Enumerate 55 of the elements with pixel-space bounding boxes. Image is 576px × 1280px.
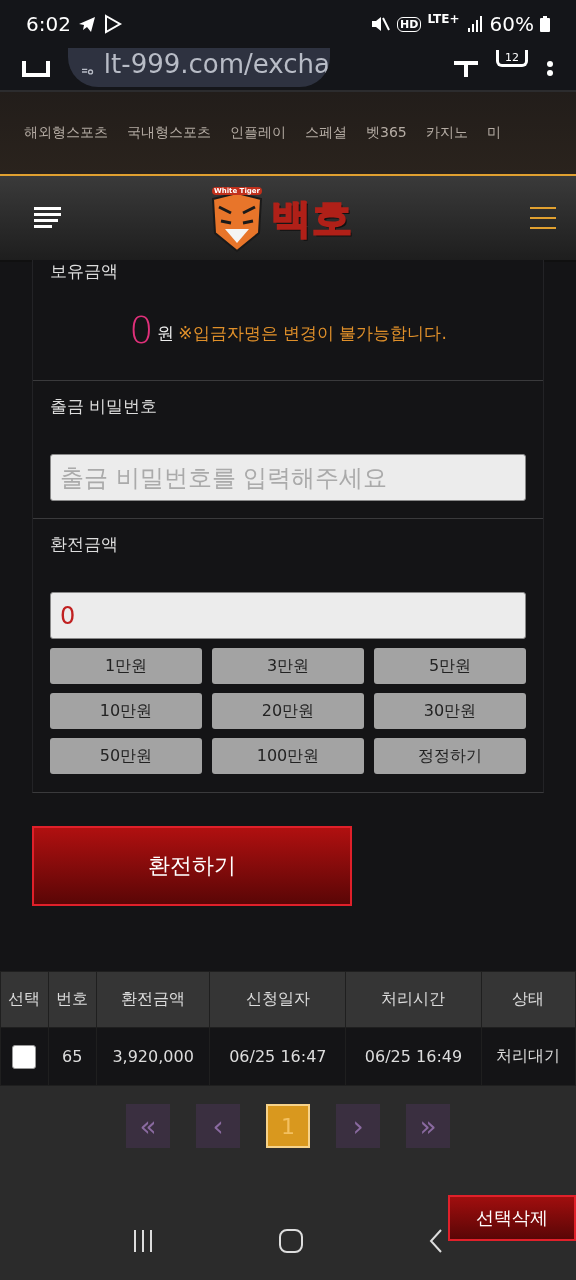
play-icon (102, 14, 123, 34)
url-text: lt-999.com/excha (103, 51, 330, 77)
mute-icon (369, 14, 392, 34)
column-header: 신청일자 (209, 971, 346, 1028)
column-header: 상태 (481, 971, 576, 1028)
amount-button[interactable]: 100만원 (212, 738, 364, 774)
battery-percent: 60% (489, 12, 534, 36)
signal-icon (465, 14, 484, 34)
column-header: 선택 (0, 971, 48, 1028)
nav-link[interactable]: 카지노 (425, 124, 468, 142)
battery-icon (540, 16, 550, 32)
field-label: 출금 비밀번호 (50, 395, 159, 418)
nav-link[interactable]: 벳365 (366, 124, 407, 142)
amount-button[interactable]: 50만원 (50, 738, 202, 774)
column-header: 처리시간 (345, 971, 482, 1028)
menu-icon[interactable] (34, 207, 62, 229)
logo-icon[interactable] (209, 193, 265, 253)
currency-unit: 원 (157, 322, 175, 345)
back-icon[interactable] (429, 1229, 443, 1253)
hd-badge: HD (397, 16, 422, 32)
amount-button[interactable]: 5만원 (374, 648, 526, 684)
clock: 6:02 (26, 12, 71, 36)
checkbox[interactable] (12, 1044, 37, 1069)
nav-link[interactable]: 미 (486, 124, 501, 142)
amount-button[interactable]: 30만원 (374, 693, 526, 729)
table-cell: 처리대기 (481, 1027, 576, 1086)
notice-text: ※입금자명은 변경이 불가능합니다. (178, 322, 447, 345)
tab-count[interactable]: 12 (496, 49, 528, 67)
table-cell: 65 (48, 1027, 97, 1086)
column-header: 환전금액 (96, 971, 210, 1028)
amount-button[interactable]: 정정하기 (374, 738, 526, 774)
menu-icon[interactable] (530, 207, 556, 229)
amount-field[interactable]: 0 (50, 592, 526, 639)
amount-button[interactable]: 3만원 (212, 648, 364, 684)
table-cell: 3,920,000 (96, 1027, 210, 1086)
nav-link[interactable]: 인플레이 (230, 124, 286, 142)
network-label: LTE+ (427, 12, 460, 26)
amount-button[interactable]: 10만원 (50, 693, 202, 729)
more-icon[interactable] (546, 61, 554, 77)
column-header: 번호 (48, 971, 97, 1028)
nav-link[interactable]: 해외형스포츠 (24, 124, 108, 142)
delete-button[interactable]: 선택삭제 (448, 1195, 576, 1241)
password-field[interactable]: 출금 비밀번호를 입력해주세요 (50, 454, 526, 501)
field-label: 보유금액 (50, 260, 119, 283)
recents-icon[interactable] (133, 1230, 153, 1252)
nav-link[interactable]: 스페셜 (305, 124, 347, 142)
field-label: 환전금액 (50, 533, 119, 556)
amount-button[interactable]: 20만원 (212, 693, 364, 729)
nav-link[interactable]: 국내형스포츠 (127, 124, 211, 142)
address-bar[interactable]: lt-999.com/excha (68, 48, 330, 87)
amount-button[interactable]: 1만원 (50, 648, 202, 684)
table-cell: 06/25 16:49 (345, 1027, 482, 1086)
table-cell: 06/25 16:47 (209, 1027, 346, 1086)
exchange-button[interactable]: 환전하기 (32, 826, 352, 906)
balance-amount: 0 (129, 311, 154, 349)
